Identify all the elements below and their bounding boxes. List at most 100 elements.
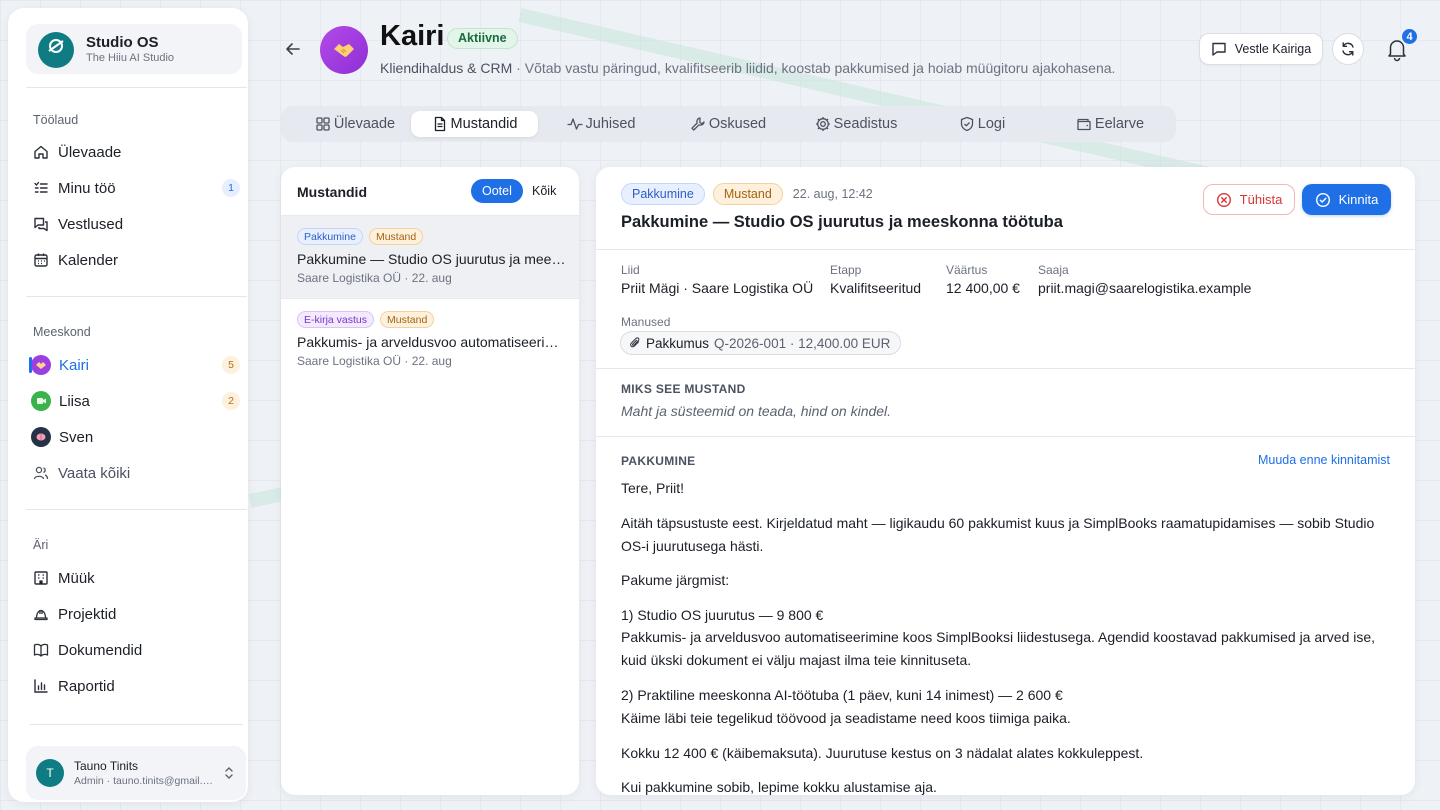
why-text: Maht ja süsteemid on teada, hind on kind…: [621, 403, 892, 419]
sidebar-item-liisa[interactable]: Liisa 2: [24, 386, 246, 416]
chevron-up-down-icon: [222, 763, 236, 783]
chat-button-label: Vestle Kairiga: [1234, 42, 1312, 56]
offer-item-title: 1) Studio OS juurutus — 9 800 €: [621, 607, 824, 623]
page-title: Kairi: [380, 20, 445, 52]
divider: [596, 249, 1415, 250]
sidebar-item-kairi[interactable]: Kairi 5: [24, 350, 246, 380]
tab-overview[interactable]: Ülevaade: [303, 111, 407, 137]
attachments-label: Manused: [621, 315, 671, 329]
value-label: Väärtus: [946, 263, 988, 277]
stage-value: Kvalifitseeritud: [830, 280, 922, 296]
sidebar-item-label: Vestlused: [58, 215, 124, 233]
draft-detail-panel: Pakkumine Mustand 22. aug, 12:42 Pakkumi…: [596, 167, 1415, 795]
filter-all-button[interactable]: Kõik: [521, 179, 567, 203]
sidebar-item-label: Dokumendid: [58, 641, 143, 659]
type-badge: Pakkumine: [621, 183, 705, 205]
edit-before-confirm-link[interactable]: Muuda enne kinnitamist: [1258, 453, 1390, 467]
tab-drafts[interactable]: Mustandid: [411, 111, 538, 137]
back-arrow-icon[interactable]: [282, 38, 304, 60]
refresh-button[interactable]: [1332, 33, 1364, 65]
divider: [596, 368, 1415, 369]
body-total: Kokku 12 400 € (käibemaksuta). Juurutuse…: [621, 745, 1144, 761]
shield-icon: [960, 116, 973, 132]
user-menu[interactable]: T Tauno Tinits Admin · tauno.tinits@gmai…: [26, 746, 246, 800]
lead-value: Priit Mägi · Saare Logistika OÜ: [621, 280, 814, 296]
attachment-chip[interactable]: Pakkumus Q-2026-001 · 12,400.00 EUR: [620, 331, 902, 355]
brand-name: Studio OS: [86, 34, 159, 51]
item-tags: Pakkumine Mustand: [297, 228, 424, 245]
filter-pending-button[interactable]: Ootel: [471, 179, 523, 203]
sidebar-item-label: Müük: [58, 569, 95, 587]
offer-item-title: 2) Praktiline meeskonna AI-töötuba (1 pä…: [621, 687, 1063, 703]
offer-item-text: Käime läbi teie tegelikud töövood ja sea…: [621, 710, 1071, 726]
brand-card[interactable]: Studio OS The Hiiu AI Studio: [26, 24, 242, 74]
sidebar-item-view-all[interactable]: Vaata kõiki: [24, 458, 246, 488]
draft-title: Pakkumine — Studio OS juurutus ja meesko…: [621, 213, 1063, 231]
section-label-team: Meeskond: [33, 325, 91, 339]
recipient-email: priit.magi@saarelogistika.example: [1038, 280, 1252, 296]
users-icon: [33, 465, 49, 481]
sidebar-item-conversations[interactable]: Vestlused: [24, 209, 246, 239]
confirm-button[interactable]: Kinnita: [1302, 184, 1391, 215]
tab-settings[interactable]: Seadistus: [801, 111, 911, 137]
tab-instructions[interactable]: Juhised: [551, 111, 651, 137]
body-greeting: Tere, Priit!: [621, 480, 685, 496]
item-tags: E-kirja vastus Mustand: [297, 311, 435, 328]
sidebar-item-documents[interactable]: Dokumendid: [24, 635, 246, 665]
brand-logo-icon: [38, 32, 74, 68]
agent-avatar: [320, 26, 368, 74]
sidebar-item-sales[interactable]: Müük: [24, 563, 246, 593]
sidebar-item-sven[interactable]: Sven: [24, 422, 246, 452]
sidebar-item-label: Liisa: [59, 392, 90, 410]
sidebar-item-label: Sven: [59, 428, 94, 446]
tab-budget[interactable]: Eelarve: [1066, 111, 1154, 137]
count-badge: 1: [222, 179, 240, 197]
count-badge: 2: [222, 392, 240, 410]
book-icon: [33, 642, 49, 658]
list-icon: [33, 180, 49, 196]
sidebar-item-reports[interactable]: Raportid: [24, 671, 246, 701]
sidebar-item-projects[interactable]: Projektid: [24, 599, 246, 629]
body-closing: Kui pakkumine sobib, lepime kokku alusta…: [621, 779, 937, 795]
cancel-button[interactable]: Tühista: [1203, 184, 1295, 215]
type-badge: E-kirja vastus: [297, 311, 375, 328]
kairi-avatar-icon: [31, 355, 51, 375]
tab-label: Ülevaade: [333, 116, 396, 132]
count-badge: 5: [222, 356, 240, 374]
gear-icon: [815, 117, 830, 131]
avatar: T: [36, 759, 64, 787]
confirm-label: Kinnita: [1338, 192, 1379, 207]
body-paragraph: Aitäh täpsustuste eest. Kirjeldatud maht…: [621, 515, 1375, 554]
list-item[interactable]: Pakkumine Mustand Pakkumine — Studio OS …: [281, 215, 579, 298]
list-item[interactable]: E-kirja vastus Mustand Pakkumis- ja arve…: [281, 298, 579, 381]
section-label-workspace: Töölaud: [33, 113, 79, 127]
notification-count-badge: 4: [1400, 27, 1419, 46]
status-badge: Aktiivne: [447, 28, 518, 49]
sidebar-item-overview[interactable]: Ülevaade: [24, 137, 246, 167]
sidebar-item-label: Raportid: [58, 677, 115, 695]
handshake-icon: [334, 44, 354, 57]
body-paragraph: Pakume järgmist:: [621, 572, 730, 588]
liisa-avatar-icon: [31, 391, 51, 411]
lead-label: Liid: [621, 263, 640, 277]
tab-label: Juhised: [585, 116, 636, 132]
message-icon: [1212, 42, 1226, 56]
sidebar-item-label: Kairi: [59, 356, 90, 374]
chat-with-agent-button[interactable]: Vestle Kairiga: [1199, 33, 1323, 65]
status-badge: Mustand: [712, 183, 783, 205]
building-icon: [33, 570, 49, 586]
grid-icon: [316, 117, 330, 131]
sidebar-item-my-work[interactable]: Minu töö 1: [24, 173, 246, 203]
draft-timestamp: 22. aug, 12:42: [792, 187, 873, 201]
item-meta: Saare Logistika OÜ · 22. aug: [297, 354, 452, 368]
attachment-name: Pakkumus: [646, 335, 710, 351]
tab-log[interactable]: Logi: [946, 111, 1018, 137]
divider: [26, 296, 247, 297]
sidebar-item-calendar[interactable]: Kalender: [24, 245, 246, 275]
body-heading: PAKKUMINE: [621, 454, 696, 468]
refresh-icon: [1342, 42, 1354, 56]
list-title: Mustandid: [297, 184, 367, 200]
chart-icon: [33, 678, 49, 694]
tab-skills[interactable]: Oskused: [676, 111, 780, 137]
status-badge: Mustand: [368, 228, 424, 245]
